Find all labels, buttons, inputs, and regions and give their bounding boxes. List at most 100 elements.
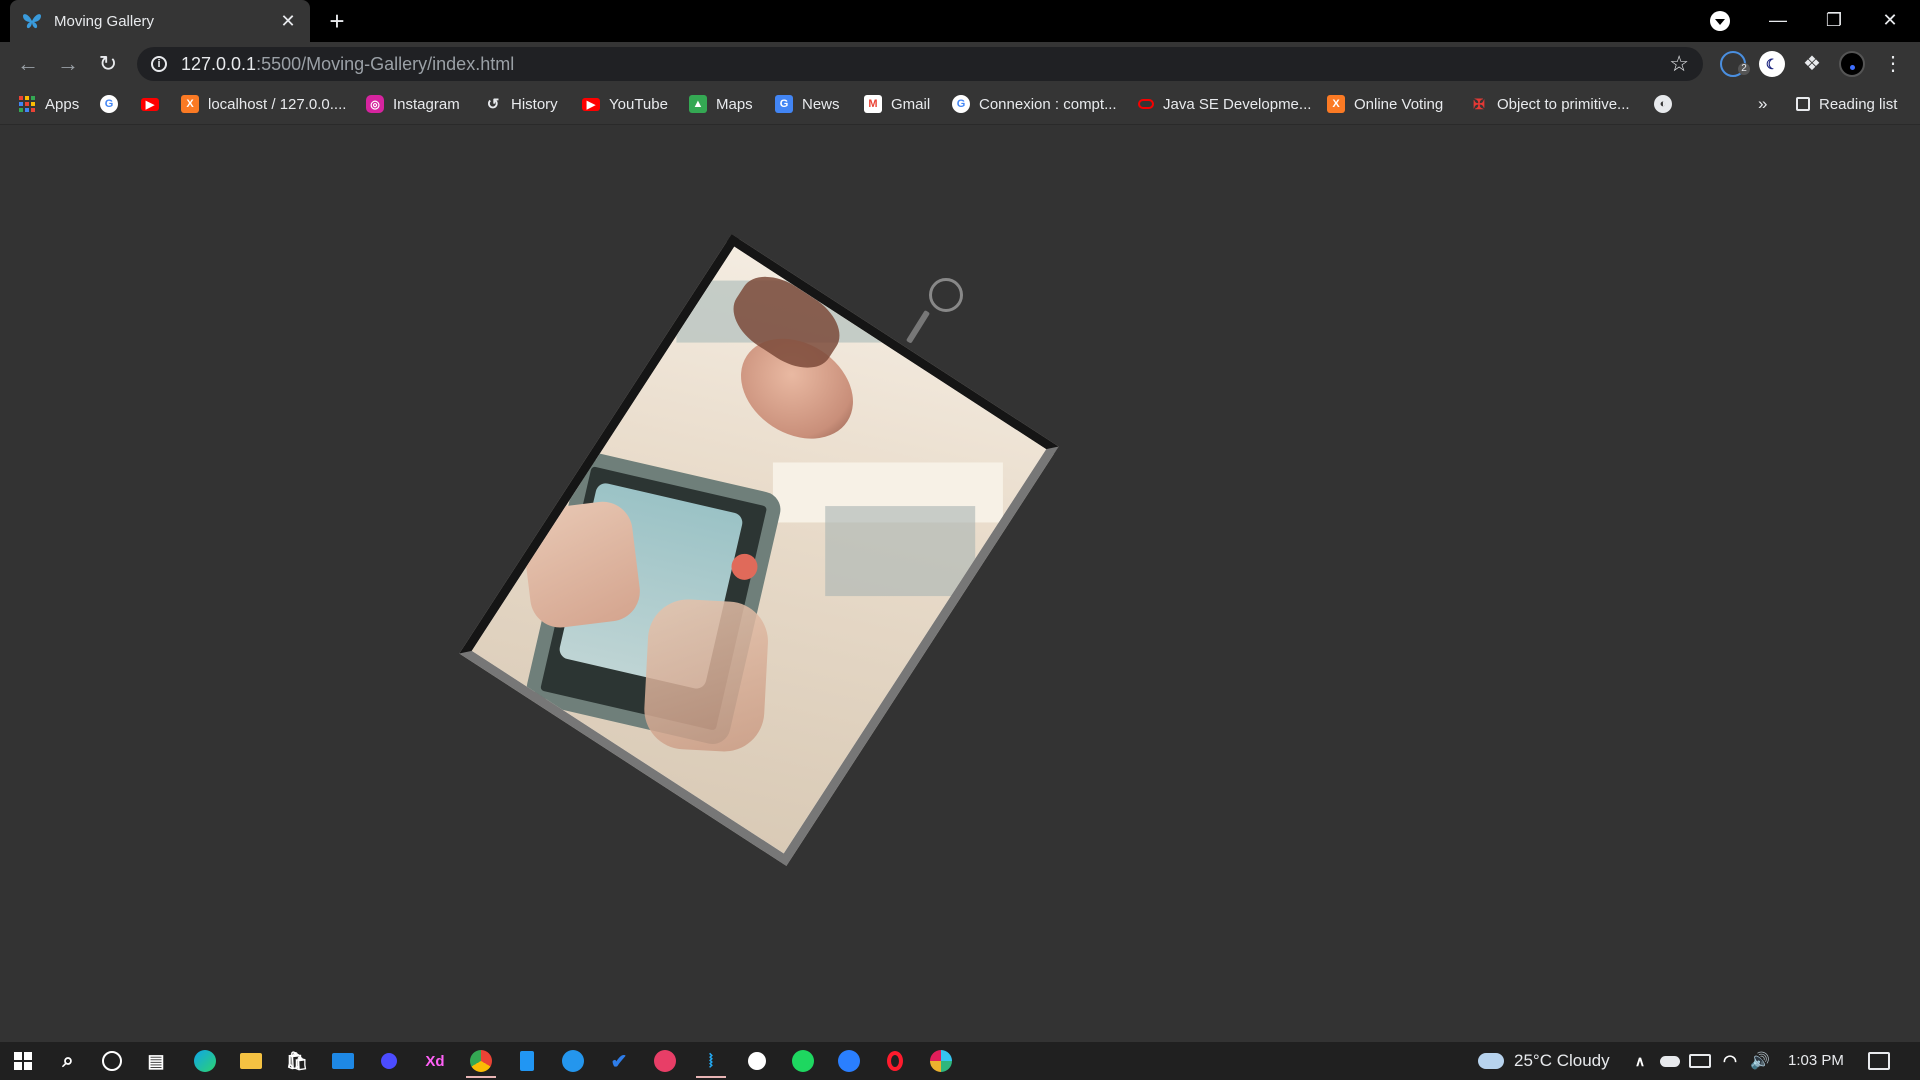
bookmark-news[interactable]: G News (775, 86, 840, 122)
bookmark-online-voting[interactable]: X Online Voting (1327, 86, 1443, 122)
gmail-icon: M (864, 95, 882, 113)
search-icon[interactable]: ⌕ (53, 1046, 83, 1076)
reading-list-button[interactable]: Reading list (1796, 86, 1897, 122)
bookmark-google[interactable]: G (100, 86, 127, 122)
battery-icon[interactable] (1685, 1046, 1715, 1076)
google-icon: G (100, 95, 118, 113)
js-icon: ✠ (1473, 95, 1485, 112)
bookmark-label: Online Voting (1354, 95, 1444, 113)
history-icon: ↺ (486, 96, 500, 113)
address-host: 127.0.0.1 (181, 53, 257, 74)
close-tab-icon[interactable]: ✕ (278, 11, 298, 32)
news-icon: G (775, 95, 793, 113)
wifi-icon[interactable]: ◠ (1715, 1046, 1745, 1076)
notepad-icon[interactable] (512, 1046, 542, 1076)
chrome-icon[interactable] (466, 1046, 496, 1078)
bookmark-globe[interactable]: ◐ (1654, 86, 1681, 122)
puzzle-extensions-icon[interactable]: ❖ (1799, 51, 1825, 77)
notifications-icon[interactable] (1864, 1046, 1894, 1076)
bookmark-apps[interactable]: Apps (18, 86, 79, 122)
restore-icon[interactable]: ❐ (1806, 0, 1862, 42)
globe-icon: ◐ (1654, 95, 1672, 113)
close-window-icon[interactable]: ✕ (1862, 0, 1918, 42)
spotify-icon[interactable] (788, 1046, 818, 1076)
tab-search-icon[interactable] (1710, 11, 1730, 31)
forward-arrow-icon[interactable]: → (52, 48, 84, 80)
word-app-icon[interactable] (742, 1046, 772, 1076)
opera-icon[interactable] (880, 1046, 910, 1076)
menu-kebab-icon[interactable]: ⋮ (1880, 51, 1906, 77)
chevron-up-icon[interactable]: ∧ (1625, 1046, 1655, 1076)
cortana-icon[interactable] (97, 1046, 127, 1076)
browser-toolbar: ← → ↻ i 127.0.0.1 :5500/Moving-Gallery/i… (0, 42, 1920, 86)
bookmark-label: Apps (45, 95, 80, 113)
windows-start-icon[interactable] (8, 1046, 38, 1076)
bookmark-history[interactable]: ↺ History (484, 86, 558, 122)
vscode-icon[interactable]: ⧘ (696, 1046, 726, 1078)
bookmark-label: YouTube (609, 95, 668, 113)
tab-title: Moving Gallery (54, 12, 155, 30)
edge-icon[interactable] (190, 1046, 220, 1076)
slack-icon[interactable] (926, 1046, 956, 1076)
todo-icon[interactable]: ✔ (604, 1046, 634, 1076)
site-info-icon[interactable]: i (151, 56, 167, 72)
bookmark-youtube[interactable]: ▶ (141, 86, 168, 122)
bookmark-label: Java SE Developme... (1163, 95, 1312, 113)
new-tab-button[interactable]: + (322, 6, 352, 36)
bookmarks-overflow-icon[interactable]: » (1758, 86, 1767, 122)
bookmark-localhost[interactable]: X localhost / 127.0.0.... (181, 86, 346, 122)
weather-text[interactable]: 25°C Cloudy (1514, 1042, 1610, 1080)
bookmark-java[interactable]: Java SE Developme... (1138, 86, 1311, 122)
reading-list-label: Reading list (1819, 95, 1898, 113)
youtube-icon: ▶ (141, 97, 159, 111)
tab-moving-gallery[interactable]: Moving Gallery ✕ (10, 0, 310, 42)
instagram-icon: ◎ (366, 95, 384, 113)
volume-icon[interactable]: 🔊 (1745, 1046, 1775, 1076)
bookmark-connexion[interactable]: G Connexion : compt... (952, 86, 1117, 122)
extension-badge: 2 (1738, 63, 1750, 75)
butterfly-icon (22, 11, 42, 31)
moon-extension-icon[interactable]: ☾ (1759, 51, 1785, 77)
google-icon: G (952, 95, 970, 113)
xampp-icon: X (1327, 95, 1345, 113)
media-player-icon[interactable] (650, 1046, 680, 1076)
firefox-icon[interactable] (834, 1046, 864, 1076)
file-explorer-icon[interactable] (236, 1046, 266, 1076)
bookmark-star-icon[interactable]: ☆ (1669, 51, 1689, 77)
bookmark-object-to-primitive[interactable]: ✠ Object to primitive... (1470, 86, 1630, 122)
reading-list-icon (1796, 97, 1810, 111)
cloudy-weather-icon[interactable] (1476, 1046, 1506, 1076)
apps-grid-icon (18, 95, 36, 113)
bookmark-gmail[interactable]: M Gmail (864, 86, 930, 122)
bookmark-label: Connexion : compt... (979, 95, 1117, 113)
bookmark-maps[interactable]: ▲ Maps (689, 86, 753, 122)
taskbar-clock[interactable]: 1:03 PM (1788, 1042, 1844, 1080)
oracle-icon (1138, 99, 1154, 109)
bookmark-label: News (802, 95, 840, 113)
maps-icon: ▲ (689, 95, 707, 113)
windows-taskbar: ⌕ ▤ 🛍 Xd ✔ ⧘ 25°C Cloudy ∧ ◠ 🔊 1:03 PM (0, 1042, 1920, 1080)
bookmarks-bar: Apps G ▶ X localhost / 127.0.0.... ◎ Ins… (0, 86, 1920, 125)
bookmark-label: localhost / 127.0.0.... (208, 95, 347, 113)
address-bar[interactable]: i 127.0.0.1 :5500/Moving-Gallery/index.h… (137, 47, 1703, 81)
store-icon[interactable]: 🛍 (282, 1046, 312, 1076)
mail-icon[interactable] (328, 1046, 358, 1076)
address-path: :5500/Moving-Gallery/index.html (256, 53, 515, 74)
bookmark-label: Instagram (393, 95, 460, 113)
reload-icon[interactable]: ↻ (92, 48, 124, 80)
avatar[interactable] (1839, 51, 1865, 77)
bookmark-youtube-2[interactable]: ▶ YouTube (582, 86, 668, 122)
bookmark-label: History (511, 95, 558, 113)
tab-strip: Moving Gallery ✕ + — ❐ ✕ (0, 0, 1920, 42)
extension-icon[interactable]: 2 (1720, 51, 1750, 77)
onedrive-icon[interactable] (1655, 1046, 1685, 1076)
youtube-icon: ▶ (582, 97, 600, 111)
adobe-xd-icon[interactable]: Xd (420, 1046, 450, 1076)
bookmark-label: Object to primitive... (1497, 95, 1630, 113)
back-arrow-icon[interactable]: ← (12, 48, 44, 80)
task-view-icon[interactable]: ▤ (141, 1046, 171, 1076)
bookmark-instagram[interactable]: ◎ Instagram (366, 86, 460, 122)
minimize-icon[interactable]: — (1750, 0, 1806, 42)
cortana-app-icon[interactable] (374, 1046, 404, 1076)
docker-icon[interactable] (558, 1046, 588, 1076)
